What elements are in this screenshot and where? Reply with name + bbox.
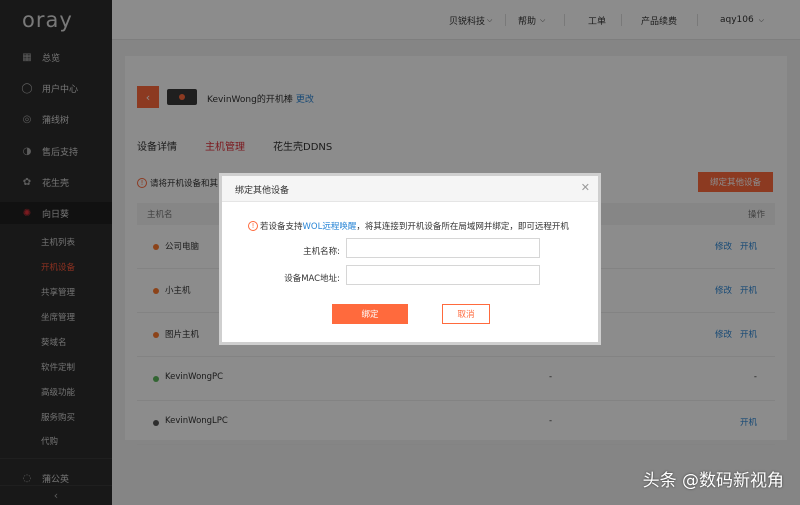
- mac-address-input[interactable]: [346, 265, 540, 285]
- modal-title: 绑定其他设备: [235, 186, 290, 196]
- watermark: 头条 @数码新视角: [642, 471, 784, 491]
- wol-link[interactable]: WOL远程唤醒: [303, 220, 357, 232]
- close-icon[interactable]: ✕: [581, 181, 590, 194]
- warning-icon: !: [248, 221, 258, 231]
- modal-header: 绑定其他设备 ✕: [222, 176, 598, 202]
- bind-device-modal: 绑定其他设备 ✕ ! 若设备支持 WOL远程唤醒 ，将其连接到开机设备所在局域网并绑…: [219, 173, 601, 345]
- bind-button[interactable]: 绑定: [332, 304, 408, 324]
- modal-tip: ! 若设备支持 WOL远程唤醒 ，将其连接到开机设备所在局域网并绑定，即可远程开机: [248, 220, 569, 232]
- mac-address-label: 设备MAC地址:: [284, 274, 340, 284]
- cancel-button[interactable]: 取消: [442, 304, 490, 324]
- host-name-input[interactable]: [346, 238, 540, 258]
- host-name-label: 主机名称:: [303, 247, 340, 257]
